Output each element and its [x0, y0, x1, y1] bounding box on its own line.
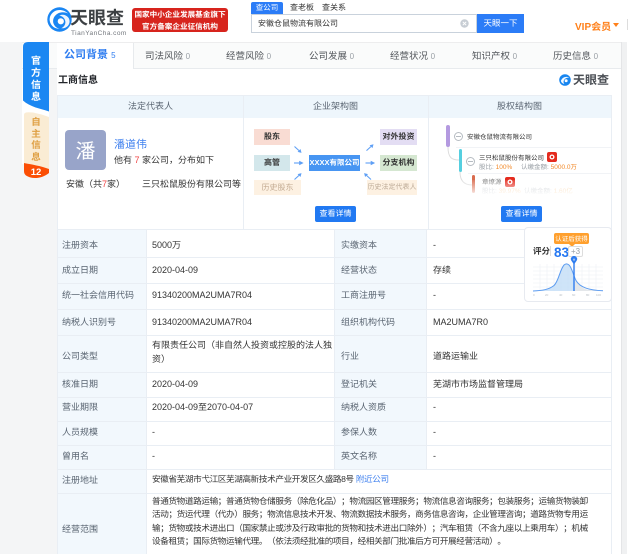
svg-text:80: 80: [586, 293, 590, 297]
svg-text:0: 0: [533, 293, 535, 297]
svg-text:60: 60: [572, 293, 576, 297]
svg-text:20: 20: [545, 293, 549, 297]
svg-text:100: 100: [596, 293, 601, 297]
svg-text:40: 40: [559, 293, 563, 297]
